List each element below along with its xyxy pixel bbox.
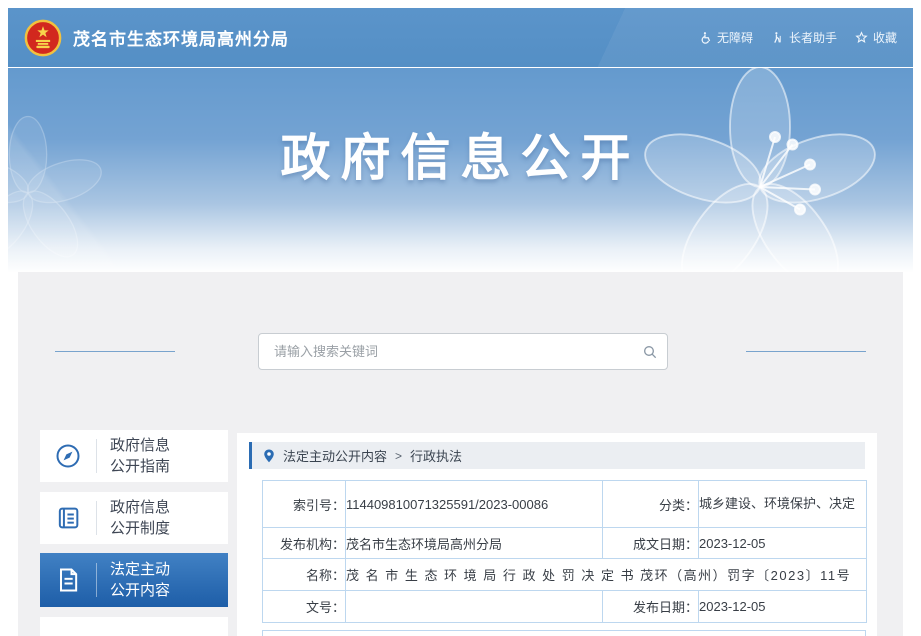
breadcrumb-current: 行政执法	[410, 446, 462, 465]
label-line2: 公开制度	[110, 520, 170, 537]
table-row-org-date: 发布机构： 茂名市生态环境局高州分局 成文日期： 2023-12-05	[263, 528, 867, 559]
sidebar-item-label: 政府信息 公开制度	[97, 497, 170, 539]
search-divider-right	[746, 351, 866, 352]
top-bar: 茂名市生态环境局高州分局 无障碍 长者助手	[8, 8, 913, 67]
quick-link-label: 长者助手	[789, 29, 837, 46]
search-box	[258, 333, 668, 370]
location-pin-icon	[263, 449, 275, 463]
banner-title: 政府信息公开	[8, 118, 913, 190]
quick-links: 无障碍 长者助手 收藏	[699, 29, 897, 46]
search-icon	[642, 344, 658, 360]
next-row-partial	[262, 630, 866, 636]
accessibility-link[interactable]: 无障碍	[699, 29, 753, 46]
sidebar-item-info-guide[interactable]: 政府信息 公开指南	[40, 430, 228, 482]
site-title: 茂名市生态环境局高州分局	[73, 25, 289, 50]
sidebar-item-label: 法定主动 公开内容	[97, 559, 170, 601]
publish-date-label: 发布日期：	[603, 591, 699, 623]
search-input[interactable]	[272, 343, 633, 360]
label-line1: 政府信息	[110, 499, 170, 516]
name-value: 茂 名 市 生 态 环 境 局 行 政 处 罚 决 定 书 茂环（高州）罚字〔2…	[346, 568, 851, 583]
label-line2: 公开指南	[110, 458, 170, 475]
table-row-docno-pubdate: 文号： 发布日期： 2023-12-05	[263, 591, 867, 623]
table-row-index-category: 索引号： 114409810071325591/2023-00086 分类： 城…	[263, 481, 867, 528]
breadcrumb-parent-link[interactable]: 法定主动公开内容	[283, 446, 387, 465]
main-card: 法定主动公开内容 > 行政执法 索引号： 114409810071325591/…	[237, 433, 877, 636]
breadcrumb-separator: >	[395, 449, 402, 463]
label-line2: 公开内容	[110, 582, 170, 599]
star-icon	[855, 31, 868, 44]
quick-link-label: 无障碍	[717, 29, 753, 46]
category-value: 城乡建设、环境保护、决定	[699, 481, 867, 528]
national-emblem-icon	[24, 19, 62, 57]
book-icon	[40, 504, 96, 532]
compass-icon	[40, 442, 96, 470]
written-date-value: 2023-12-05	[699, 528, 867, 559]
elder-helper-link[interactable]: 长者助手	[771, 29, 837, 46]
search-divider-left	[55, 351, 175, 352]
sidebar-item-info-system[interactable]: 政府信息 公开制度	[40, 492, 228, 544]
page: 茂名市生态环境局高州分局 无障碍 长者助手	[0, 0, 921, 636]
sidebar-item-statutory-disclosure[interactable]: 法定主动 公开内容	[40, 553, 228, 607]
index-number-label: 索引号：	[263, 481, 346, 528]
category-label: 分类：	[603, 481, 699, 528]
label-line1: 法定主动	[110, 561, 170, 578]
elder-person-icon	[771, 31, 784, 44]
doc-number-value	[346, 591, 603, 623]
detail-table: 索引号： 114409810071325591/2023-00086 分类： 城…	[262, 480, 867, 623]
written-date-label: 成文日期：	[603, 528, 699, 559]
document-icon	[40, 566, 96, 594]
label-line1: 政府信息	[110, 437, 170, 454]
publish-date-value: 2023-12-05	[699, 591, 867, 623]
table-row-name: 名称： 茂 名 市 生 态 环 境 局 行 政 处 罚 决 定 书 茂环（高州）…	[263, 559, 867, 591]
doc-number-label: 文号：	[263, 591, 346, 623]
quick-link-label: 收藏	[873, 29, 897, 46]
wheelchair-icon	[699, 31, 712, 44]
publisher-label: 发布机构：	[263, 528, 346, 559]
publisher-value: 茂名市生态环境局高州分局	[346, 528, 603, 559]
search-button[interactable]	[633, 334, 667, 369]
name-label: 名称：	[263, 559, 346, 591]
index-number-value: 114409810071325591/2023-00086	[346, 481, 603, 528]
name-value-cell: 茂 名 市 生 态 环 境 局 行 政 处 罚 决 定 书 茂环（高州）罚字〔2…	[346, 559, 867, 591]
sidebar-item-label: 政府信息 公开指南	[97, 435, 170, 477]
banner: 政府信息公开	[8, 67, 913, 273]
sidebar-item-partial[interactable]	[40, 617, 228, 636]
favorite-link[interactable]: 收藏	[855, 29, 897, 46]
breadcrumb: 法定主动公开内容 > 行政执法	[249, 442, 865, 469]
